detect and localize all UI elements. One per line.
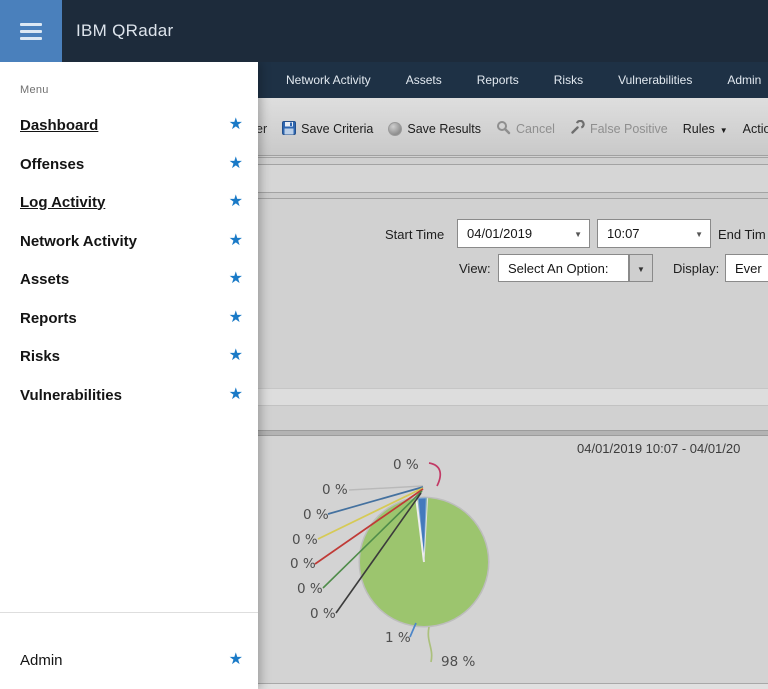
menu-item-label: Reports	[20, 309, 77, 327]
start-date-value: 04/01/2019	[467, 226, 533, 241]
menu-item-label: Offenses	[20, 155, 85, 173]
false-positive-button[interactable]: False Positive	[570, 119, 668, 138]
menu-item-label: Admin	[20, 651, 63, 669]
favorite-star-icon[interactable]: ★	[229, 233, 243, 249]
magnifier-icon	[496, 120, 511, 138]
pie-label: 0 %	[322, 482, 348, 498]
save-criteria-button[interactable]: Save Criteria	[282, 120, 374, 138]
menu-item-network-activity[interactable]: Network Activity ★	[20, 230, 243, 252]
favorite-star-icon[interactable]: ★	[229, 387, 243, 403]
display-label: Display:	[673, 261, 720, 276]
nav-menu-panel: Menu Dashboard ★ Offenses ★ Log Activity…	[0, 62, 258, 689]
tab-admin[interactable]: Admin	[727, 73, 761, 87]
menu-icon	[20, 29, 42, 33]
false-positive-label: False Positive	[589, 122, 668, 136]
save-criteria-label: Save Criteria	[301, 122, 374, 136]
tab-network-activity[interactable]: Network Activity	[286, 73, 371, 87]
qradar-screen: Network Activity Assets Reports Risks Vu…	[0, 0, 768, 689]
display-value: Ever	[735, 260, 762, 276]
view-select-arrow-button[interactable]: ▼	[629, 254, 653, 282]
start-date-select[interactable]: 04/01/2019 ▼	[457, 219, 590, 248]
menu-item-label: Dashboard	[20, 116, 99, 134]
tab-vulnerabilities[interactable]: Vulnerabilities	[618, 73, 692, 87]
menu-item-admin[interactable]: Admin ★	[20, 649, 243, 671]
rules-dropdown[interactable]: Rules ▼	[683, 122, 728, 136]
rules-label: Rules	[682, 122, 715, 136]
pie-label: 0 %	[393, 457, 419, 473]
save-results-label: Save Results	[407, 122, 482, 136]
pie-label: 0 %	[310, 606, 336, 622]
favorite-star-icon[interactable]: ★	[229, 271, 243, 287]
save-results-icon	[388, 122, 403, 136]
pie-leader-line	[428, 462, 442, 487]
app-title: IBM QRadar	[76, 21, 174, 40]
menu-item-log-activity[interactable]: Log Activity ★	[20, 191, 243, 213]
menu-item-risks[interactable]: Risks ★	[20, 345, 243, 367]
menu-icon	[20, 22, 42, 26]
favorite-star-icon[interactable]: ★	[229, 156, 243, 172]
menu-item-label: Network Activity	[20, 232, 137, 250]
display-select[interactable]: Ever	[725, 254, 768, 282]
menu-item-assets[interactable]: Assets ★	[20, 268, 243, 290]
chevron-down-icon: ▼	[719, 125, 728, 135]
menu-item-label: Vulnerabilities	[20, 386, 122, 404]
menu-item-reports[interactable]: Reports ★	[20, 307, 243, 329]
wrench-icon	[570, 119, 585, 138]
pie-leader-line	[427, 626, 433, 663]
chevron-down-icon: ▼	[574, 230, 582, 239]
save-results-button[interactable]: Save Results	[388, 122, 481, 136]
hamburger-menu-button[interactable]	[0, 0, 62, 62]
tab-assets[interactable]: Assets	[406, 73, 442, 87]
menu-item-label: Assets	[20, 270, 70, 288]
cancel-button[interactable]: Cancel	[496, 120, 555, 138]
menu-item-dashboard[interactable]: Dashboard ★	[20, 114, 243, 136]
tab-risks[interactable]: Risks	[554, 73, 583, 87]
favorite-star-icon[interactable]: ★	[229, 194, 243, 210]
pie-label: 98 %	[441, 654, 475, 670]
pie-label: 0 %	[297, 581, 323, 597]
view-label: View:	[459, 261, 491, 276]
view-select[interactable]: Select An Option:	[498, 254, 629, 282]
start-time-label: Start Time	[385, 227, 445, 242]
pie-label: 0 %	[292, 532, 318, 548]
end-time-label: End Tim	[718, 227, 766, 242]
save-disk-icon	[282, 120, 297, 138]
start-clock-select[interactable]: 10:07 ▼	[597, 219, 711, 248]
favorite-star-icon[interactable]: ★	[229, 652, 243, 668]
app-header: IBM QRadar	[0, 0, 768, 62]
cancel-label: Cancel	[516, 122, 555, 136]
pie-label: 1 %	[385, 630, 411, 646]
menu-item-label: Risks	[20, 347, 61, 365]
actions-dropdown[interactable]: Actions ▼	[743, 122, 768, 136]
favorite-star-icon[interactable]: ★	[229, 348, 243, 364]
favorite-star-icon[interactable]: ★	[229, 310, 243, 326]
menu-item-label: Log Activity	[20, 193, 106, 211]
pie-label: 0 %	[303, 507, 329, 523]
start-clock-value: 10:07	[607, 226, 640, 241]
chevron-down-icon: ▼	[695, 230, 703, 239]
menu-item-vulnerabilities[interactable]: Vulnerabilities ★	[20, 384, 243, 406]
view-value: Select An Option:	[508, 260, 609, 276]
menu-item-offenses[interactable]: Offenses ★	[20, 153, 243, 175]
favorite-star-icon[interactable]: ★	[229, 117, 243, 133]
menu-divider	[0, 612, 258, 613]
chevron-down-icon: ▼	[637, 264, 645, 274]
menu-icon	[20, 36, 42, 40]
pie-label: 0 %	[290, 556, 316, 572]
actions-label: Actions	[742, 122, 768, 136]
menu-title: Menu	[20, 84, 49, 96]
toolbar-row: er Save Criteria Save Results Cancel Fal…	[256, 119, 768, 138]
tab-reports[interactable]: Reports	[477, 73, 519, 87]
